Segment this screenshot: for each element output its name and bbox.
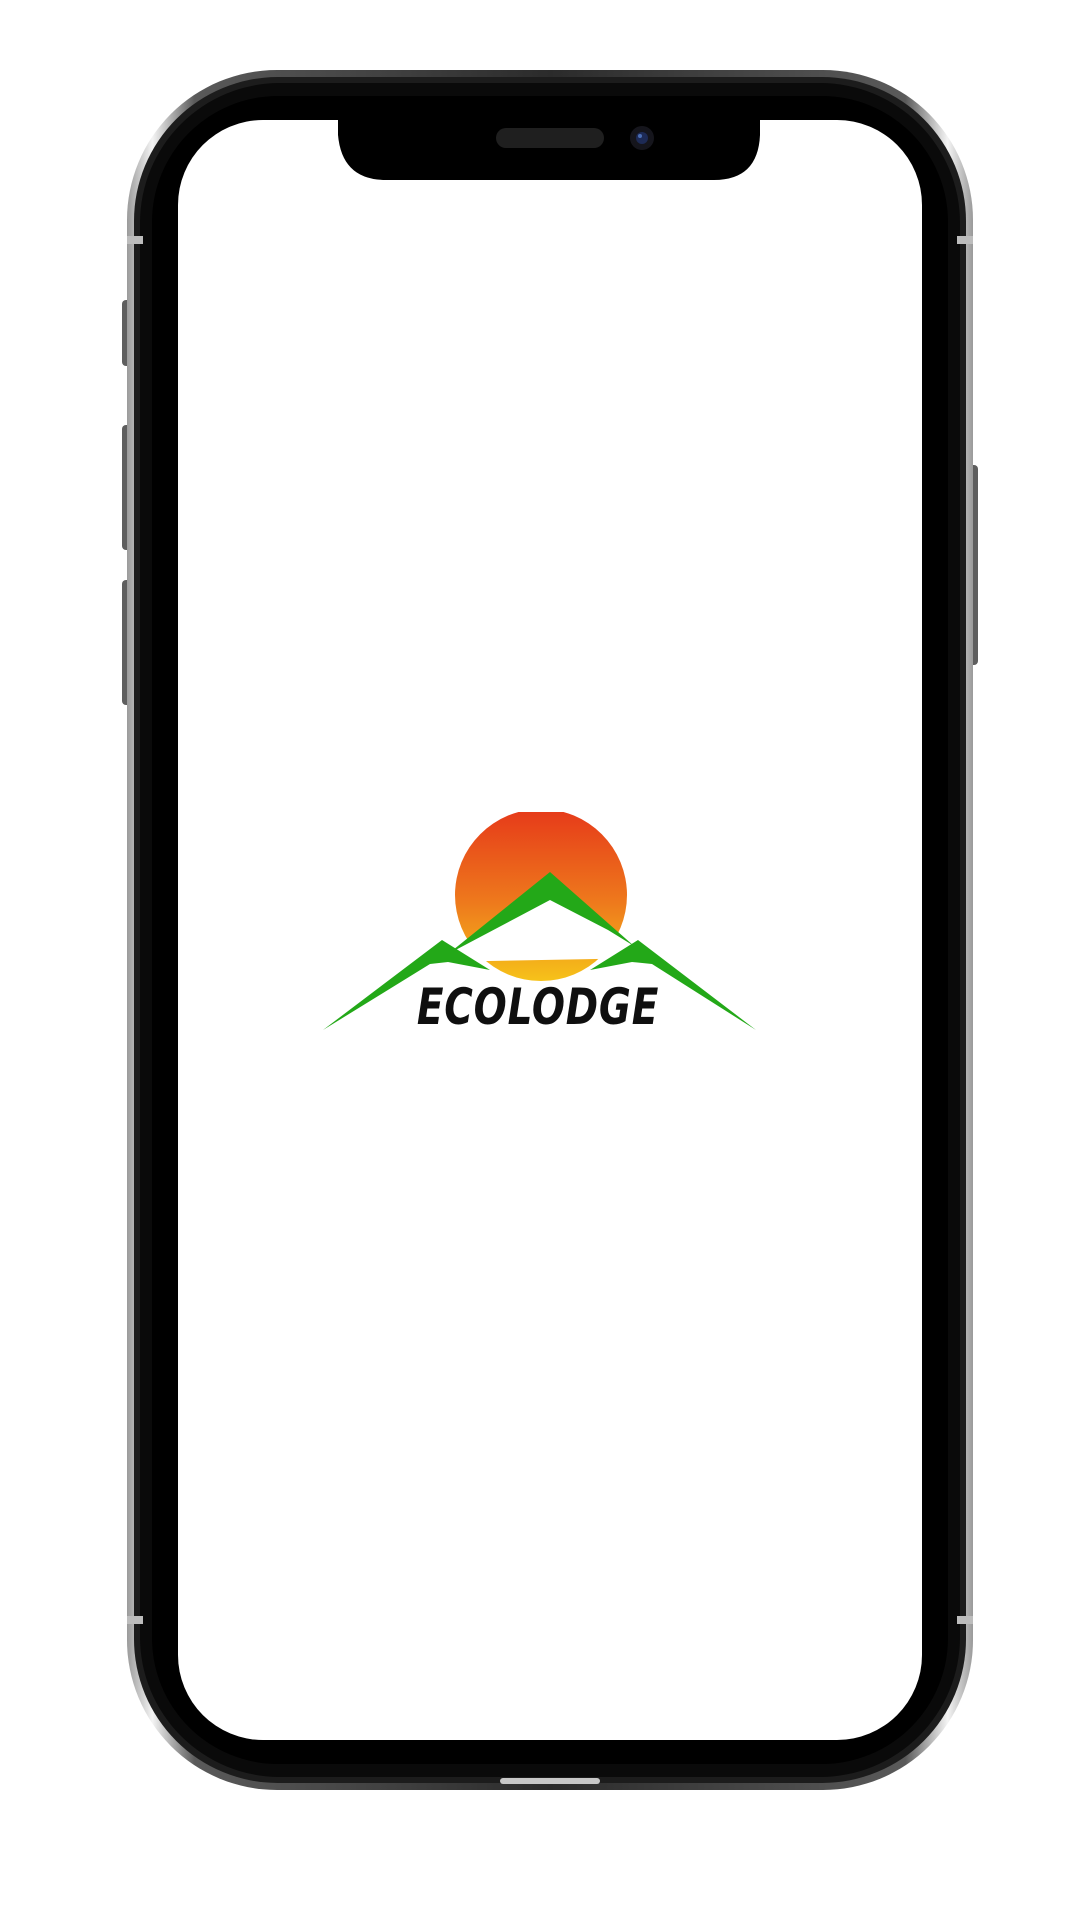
speaker-grille xyxy=(496,128,604,148)
phone-device: ECOLODGE xyxy=(0,0,1080,1920)
brand-logo: ECOLODGE xyxy=(318,812,758,1038)
notch xyxy=(338,118,760,180)
brand-name: ECOLODGE xyxy=(416,978,660,1036)
